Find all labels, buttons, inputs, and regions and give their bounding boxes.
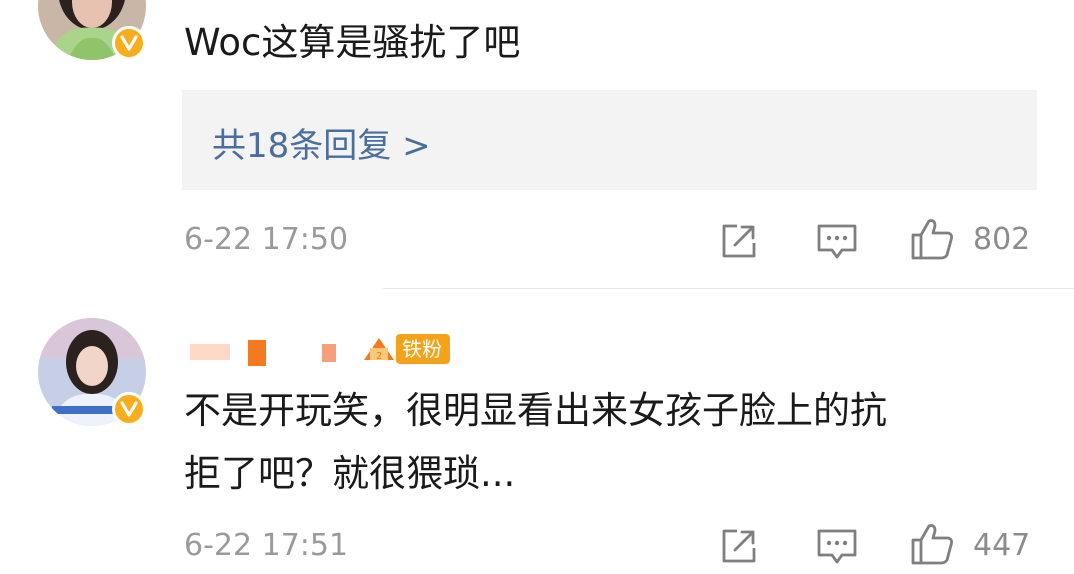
share-icon[interactable]	[719, 221, 759, 265]
verified-badge-icon	[112, 392, 146, 426]
comment-text-line: 不是开玩笑，很明显看出来女孩子脸上的抗	[184, 389, 887, 432]
share-icon[interactable]	[719, 526, 759, 570]
username-redaction	[322, 344, 336, 362]
fan-level-icon: 2	[362, 334, 396, 368]
svg-text:2: 2	[376, 351, 382, 362]
username-redaction	[248, 340, 266, 366]
thumbs-up-icon	[911, 524, 953, 565]
comment-text-line: 拒了吧？就很猥琐...	[184, 452, 516, 495]
like-count: 802	[973, 222, 1031, 257]
verified-badge-icon	[112, 26, 146, 60]
username[interactable]	[190, 336, 358, 366]
comment-timestamp: 6-22 17:50	[184, 222, 349, 257]
thumbs-up-icon	[911, 219, 953, 260]
divider	[383, 288, 1074, 289]
fan-badge[interactable]: 铁粉	[396, 334, 450, 364]
username-redaction	[190, 344, 230, 360]
comment-icon[interactable]	[816, 223, 858, 265]
like-button[interactable]	[910, 521, 956, 571]
view-replies-link[interactable]: 共18条回复 >	[212, 118, 431, 167]
like-count: 447	[973, 528, 1031, 563]
like-button[interactable]	[910, 216, 956, 266]
comment-icon[interactable]	[816, 528, 858, 570]
comment-text: Woc这算是骚扰了吧	[184, 21, 521, 64]
comment-timestamp: 6-22 17:51	[184, 528, 349, 563]
replies-box[interactable]: 共18条回复 >	[182, 90, 1037, 190]
